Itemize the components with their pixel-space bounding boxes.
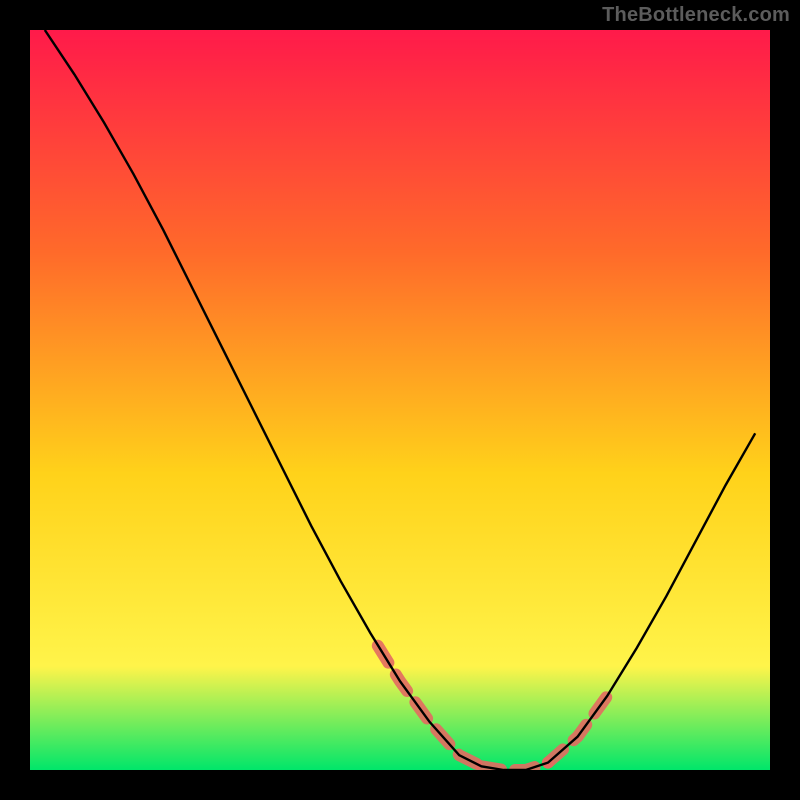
- plot-svg: [30, 30, 770, 770]
- chart-container: TheBottleneck.com: [0, 0, 800, 800]
- gradient-background: [30, 30, 770, 770]
- watermark-text: TheBottleneck.com: [602, 4, 790, 27]
- plot-area: [30, 30, 770, 770]
